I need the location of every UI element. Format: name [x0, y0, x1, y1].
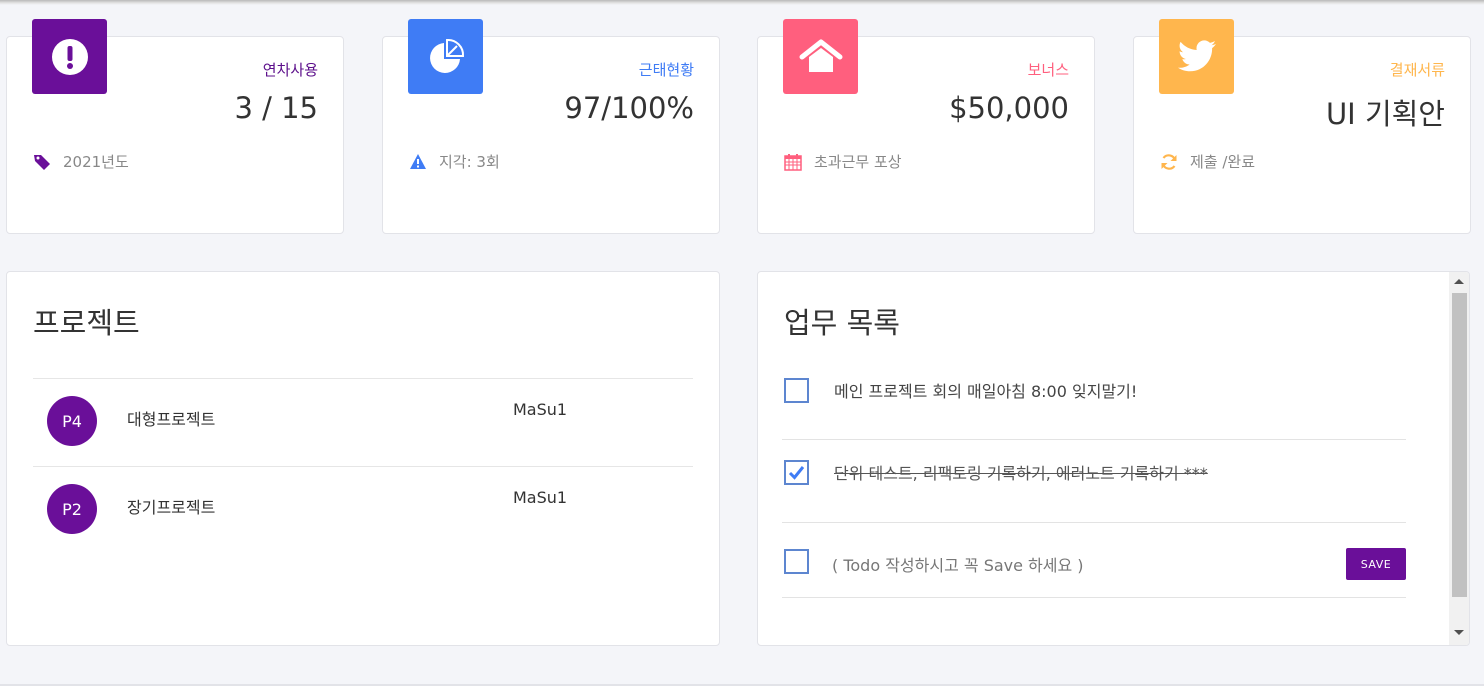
todo-text: 메인 프로젝트 회의 매일아침 8:00 잊지말기!: [834, 382, 1138, 401]
checkmark-icon: [788, 466, 805, 480]
project-owner: MaSu1: [513, 400, 568, 419]
stat-title: 근태현황: [638, 61, 694, 79]
todo-item: 메인 프로젝트 회의 매일아침 8:00 잊지말기!: [782, 364, 1406, 440]
save-button[interactable]: SAVE: [1346, 548, 1406, 580]
project-row[interactable]: P4 대형프로젝트 MaSu1: [33, 378, 693, 466]
stat-footer-text: 2021년도: [63, 153, 129, 171]
stat-footer-text: 제출 /완료: [1190, 153, 1256, 171]
scroll-down-icon[interactable]: [1454, 630, 1464, 635]
stat-footer: 제출 /완료: [1160, 151, 1255, 172]
stat-footer: 초과근무 포상: [784, 151, 902, 172]
todo-checkbox[interactable]: [784, 378, 809, 403]
todo-checkbox-checked[interactable]: [784, 460, 809, 485]
panel-title: 업무 목록: [784, 306, 900, 340]
scrollbar[interactable]: [1449, 272, 1469, 645]
project-avatar: P2: [47, 484, 97, 534]
calendar-icon: [784, 153, 802, 171]
tag-icon: [33, 153, 51, 171]
project-avatar: P4: [47, 396, 97, 446]
stat-card-attendance: 근태현황 97/100% 지각: 3회: [382, 19, 720, 234]
exclamation-icon: [32, 19, 107, 94]
todo-panel: 업무 목록 메인 프로젝트 회의 매일아침 8:00 잊지말기! 단위 테스트,…: [757, 271, 1470, 646]
stat-title: 연차사용: [262, 61, 318, 79]
projects-panel: 프로젝트 P4 대형프로젝트 MaSu1 P2 장기프로젝트 MaSu1: [6, 271, 720, 646]
stat-footer-text: 지각: 3회: [439, 153, 500, 171]
stat-value: $50,000: [949, 91, 1069, 125]
todo-item: 단위 테스트, 리팩토링 기록하기, 에러노트 기록하기 ***: [782, 440, 1406, 523]
stat-footer: 지각: 3회: [409, 151, 500, 172]
scroll-up-icon[interactable]: [1454, 279, 1464, 284]
twitter-icon: [1159, 19, 1234, 94]
todo-input[interactable]: ( Todo 작성하시고 꼭 Save 하세요 ): [832, 552, 1084, 576]
pie-chart-icon: [408, 19, 483, 94]
project-owner: MaSu1: [513, 488, 568, 507]
stat-card-leave: 연차사용 3 / 15 2021년도: [6, 19, 344, 234]
stat-title: 결재서류: [1389, 61, 1445, 79]
project-name: 대형프로젝트: [127, 410, 216, 429]
scroll-thumb[interactable]: [1452, 293, 1467, 597]
stat-card-approval: 결재서류 UI 기획안 제출 /완료: [1133, 19, 1471, 234]
refresh-icon: [1160, 153, 1178, 171]
stat-value: 97/100%: [564, 91, 694, 125]
todo-checkbox[interactable]: [784, 549, 809, 574]
warning-icon: [409, 153, 427, 171]
stat-footer-text: 초과근무 포상: [814, 153, 902, 171]
panel-title: 프로젝트: [33, 306, 140, 340]
stat-value: 3 / 15: [234, 91, 318, 125]
home-icon: [783, 19, 858, 94]
top-shadow: [0, 0, 1484, 5]
project-row[interactable]: P2 장기프로젝트 MaSu1: [33, 466, 693, 554]
project-name: 장기프로젝트: [127, 498, 216, 517]
stat-title: 보너스: [1027, 61, 1069, 79]
stat-footer: 2021년도: [33, 151, 129, 172]
todo-text: 단위 테스트, 리팩토링 기록하기, 에러노트 기록하기 ***: [834, 464, 1208, 483]
stat-card-bonus: 보너스 $50,000 초과근무 포상: [757, 19, 1095, 234]
todo-new-item: ( Todo 작성하시고 꼭 Save 하세요 ) SAVE: [782, 523, 1406, 598]
stat-value: UI 기획안: [1325, 97, 1445, 131]
